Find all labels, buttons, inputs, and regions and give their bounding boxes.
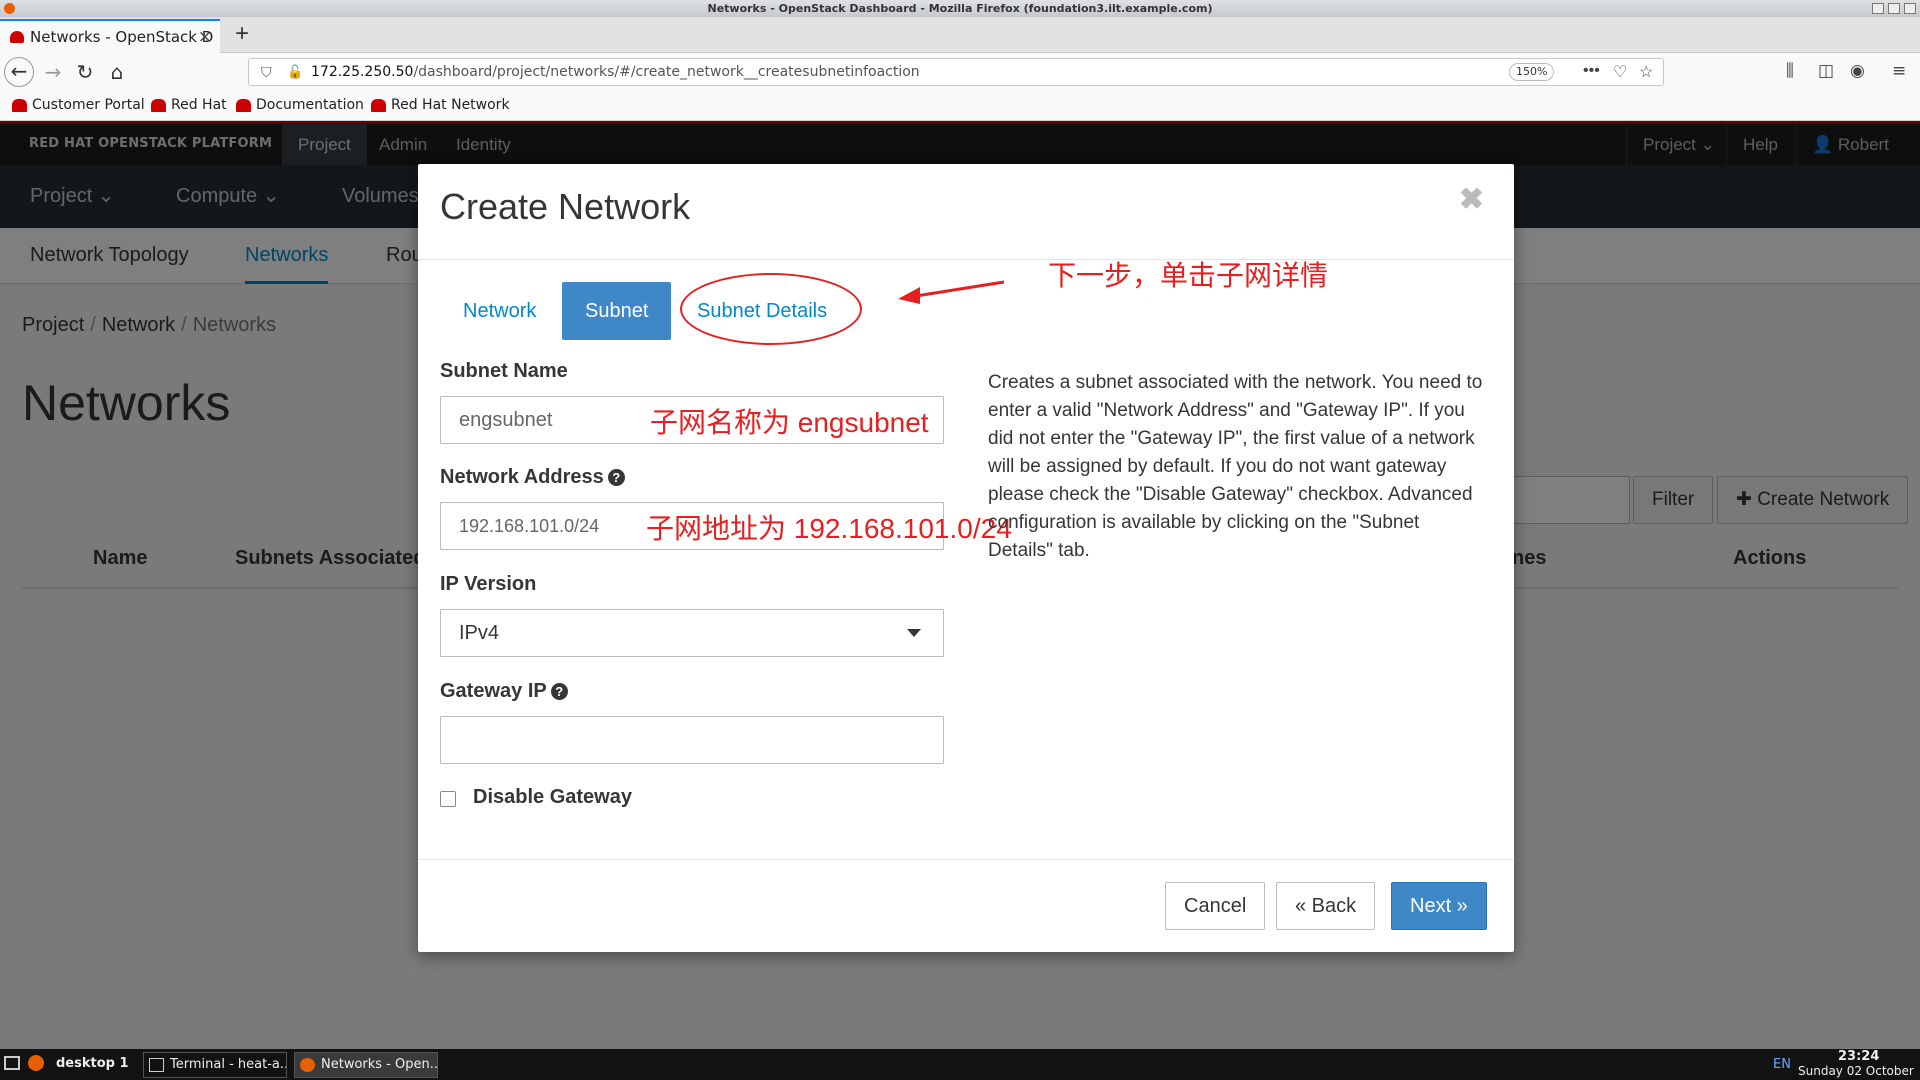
minimize-button[interactable]	[1872, 3, 1884, 14]
close-tab-icon[interactable]: ×	[198, 21, 212, 53]
bookmark-documentation[interactable]: Documentation	[236, 97, 364, 113]
create-network-modal: Create Network ✖ Network Subnet Subnet D…	[418, 164, 1514, 952]
task-firefox[interactable]: Networks - Open...	[294, 1052, 438, 1078]
library-icon[interactable]: ⫼	[1786, 61, 1794, 81]
openstack-dashboard: RED HAT OPENSTACK PLATFORM Project Admin…	[0, 121, 1920, 1049]
firefox-icon	[300, 1058, 315, 1072]
url-text[interactable]: 172.25.250.50/dashboard/project/networks…	[311, 59, 920, 85]
workspace-label[interactable]: desktop 1	[56, 1056, 129, 1071]
bookmark-red-hat[interactable]: Red Hat	[151, 97, 227, 113]
bookmarks-bar: Customer Portal Red Hat Documentation Re…	[0, 91, 1920, 121]
forward-button[interactable]: →	[38, 57, 68, 87]
show-desktop-icon[interactable]	[4, 1056, 20, 1070]
browser-tab[interactable]: Networks - OpenStack D ×	[0, 19, 220, 53]
chevron-down-icon	[907, 629, 921, 637]
menu-icon[interactable]: ≡	[1892, 61, 1906, 81]
annotation-arrow	[898, 280, 1005, 304]
maximize-button[interactable]	[1888, 3, 1900, 14]
sidebar-icon[interactable]: ◫	[1818, 61, 1834, 81]
shield-icon[interactable]: ⛉	[261, 64, 272, 81]
redhat-icon	[236, 99, 251, 112]
redhat-icon	[151, 99, 166, 112]
clock-date: Sunday 02 October	[1798, 1064, 1914, 1078]
annotation-network-address: 子网地址为 192.168.101.0/24	[646, 513, 1012, 544]
tab-bar: Networks - OpenStack D × +	[0, 17, 1920, 53]
close-window-button[interactable]	[1904, 3, 1916, 14]
terminal-icon	[149, 1058, 164, 1072]
zoom-indicator[interactable]: 150%	[1509, 63, 1555, 81]
keyboard-layout[interactable]: EN	[1773, 1057, 1791, 1072]
clock-time[interactable]: 23:24	[1838, 1049, 1879, 1064]
url-bar[interactable]: ⛉ 🔓 172.25.250.50/dashboard/project/netw…	[248, 58, 1664, 86]
task-terminal[interactable]: Terminal - heat-a...	[143, 1052, 287, 1078]
taskbar: desktop 1 Terminal - heat-a... Networks …	[0, 1049, 1920, 1080]
pocket-icon[interactable]: ♡	[1613, 62, 1627, 82]
modal-footer-divider	[418, 859, 1514, 860]
subnet-name-label: Subnet Name	[440, 360, 568, 382]
gateway-ip-label: Gateway IP?	[440, 680, 568, 703]
back-button[interactable]: ←	[4, 57, 34, 87]
subnet-description: Creates a subnet associated with the net…	[988, 372, 1483, 561]
modal-title: Create Network	[440, 186, 691, 227]
reload-button[interactable]: ↻	[70, 57, 100, 87]
ip-version-select[interactable]: IPv4	[440, 609, 944, 657]
help-icon[interactable]: ?	[550, 683, 568, 700]
account-icon[interactable]: ◉	[1850, 61, 1865, 81]
tab-subnet[interactable]: Subnet	[562, 282, 672, 340]
tab-network[interactable]: Network	[440, 282, 559, 340]
redhat-favicon-icon	[10, 31, 24, 43]
cancel-button[interactable]: Cancel	[1165, 882, 1266, 930]
disable-gateway-checkbox[interactable]	[440, 791, 456, 807]
close-icon[interactable]: ✖	[1459, 182, 1484, 217]
window-titlebar: Networks - OpenStack Dashboard - Mozilla…	[0, 0, 1920, 17]
tab-title: Networks - OpenStack D	[30, 28, 214, 46]
insecure-lock-icon[interactable]: 🔓	[287, 64, 303, 80]
annotation-subnet-name: 子网名称为 engsubnet	[650, 407, 929, 438]
annotation-next-step: 下一步，单击子网详情	[1048, 260, 1329, 291]
navigation-bar: ← → ↻ ⌂ ⛉ 🔓 172.25.250.50/dashboard/proj…	[0, 53, 1920, 91]
gateway-ip-input[interactable]	[440, 716, 944, 764]
annotation-ellipse	[680, 273, 862, 345]
bookmark-red-hat-network[interactable]: Red Hat Network	[371, 97, 510, 113]
disable-gateway-label[interactable]: Disable Gateway	[473, 786, 632, 809]
ip-version-label: IP Version	[440, 573, 537, 595]
firefox-icon	[4, 3, 15, 14]
bookmark-star-icon[interactable]: ☆	[1639, 62, 1653, 82]
next-button[interactable]: Next »	[1391, 882, 1487, 930]
modal-header-divider	[418, 259, 1514, 260]
firefox-launcher-icon[interactable]	[28, 1055, 44, 1071]
page-actions-icon[interactable]: •••	[1583, 62, 1600, 80]
help-icon[interactable]: ?	[607, 469, 625, 486]
redhat-icon	[371, 99, 386, 112]
bookmark-customer-portal[interactable]: Customer Portal	[12, 97, 145, 113]
window-title: Networks - OpenStack Dashboard - Mozilla…	[707, 2, 1213, 15]
new-tab-button[interactable]: +	[226, 19, 258, 51]
home-button[interactable]: ⌂	[102, 57, 132, 87]
back-button[interactable]: « Back	[1276, 882, 1376, 930]
network-address-label: Network Address?	[440, 466, 625, 489]
redhat-icon	[12, 99, 27, 112]
